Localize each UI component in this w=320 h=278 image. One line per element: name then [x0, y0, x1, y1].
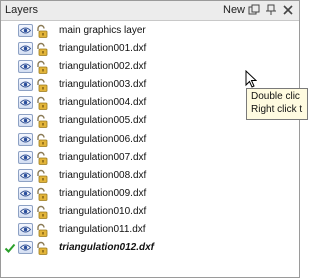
visibility-eye-icon[interactable]	[18, 24, 33, 37]
layer-name: triangulation009.dxf	[59, 187, 147, 199]
visibility-eye-icon[interactable]	[18, 241, 33, 255]
layer-name: triangulation004.dxf	[59, 97, 147, 109]
close-icon[interactable]	[282, 4, 294, 16]
lock-icon[interactable]	[34, 60, 48, 75]
layer-row[interactable]: triangulation008.dxf	[1, 167, 299, 185]
lock-icon[interactable]	[34, 114, 48, 129]
layer-name: triangulation001.dxf	[59, 43, 147, 55]
visibility-eye-icon[interactable]	[18, 223, 33, 237]
layer-name: main graphics layer	[59, 25, 146, 36]
layer-name: triangulation007.dxf	[59, 151, 147, 163]
layer-row[interactable]: triangulation009.dxf	[1, 185, 299, 203]
layer-row[interactable]: triangulation012.dxf	[1, 239, 299, 257]
layer-name: triangulation010.dxf	[59, 205, 147, 217]
layer-row[interactable]: triangulation006.dxf	[1, 131, 299, 149]
layer-row[interactable]: triangulation010.dxf	[1, 203, 299, 221]
layer-row[interactable]: triangulation001.dxf	[1, 40, 299, 58]
visibility-eye-icon[interactable]	[18, 168, 33, 182]
active-layer-check-icon	[4, 243, 16, 254]
layers-panel: Layers New main graphics layer triangulat…	[0, 0, 300, 278]
new-layer-button[interactable]: New	[223, 4, 245, 16]
pin-icon[interactable]	[265, 4, 277, 16]
layer-name: triangulation002.dxf	[59, 61, 147, 73]
layer-list: main graphics layer triangulation001.dxf t…	[1, 22, 299, 257]
lock-icon[interactable]	[34, 169, 48, 183]
lock-icon[interactable]	[34, 223, 48, 237]
panel-title: Layers	[5, 4, 39, 16]
visibility-eye-icon[interactable]	[18, 132, 33, 146]
layer-name: triangulation012.dxf	[59, 242, 155, 254]
visibility-eye-icon[interactable]	[18, 42, 33, 56]
visibility-eye-icon[interactable]	[18, 60, 33, 74]
layer-row[interactable]: main graphics layer	[1, 22, 299, 40]
layer-name: triangulation003.dxf	[59, 79, 147, 91]
lock-icon[interactable]	[34, 187, 48, 201]
lock-icon[interactable]	[34, 133, 48, 147]
tooltip: Double clic Right click t	[246, 88, 308, 120]
layer-name: triangulation008.dxf	[59, 169, 147, 181]
visibility-eye-icon[interactable]	[18, 96, 33, 110]
layer-name: triangulation006.dxf	[59, 133, 147, 145]
tooltip-line: Double clic	[251, 91, 300, 102]
tooltip-line: Right click t	[251, 104, 303, 115]
visibility-eye-icon[interactable]	[18, 204, 33, 218]
layer-name: triangulation011.dxf	[59, 224, 146, 236]
layer-row[interactable]: triangulation011.dxf	[1, 221, 299, 239]
visibility-eye-icon[interactable]	[18, 150, 33, 164]
lock-icon[interactable]	[34, 42, 48, 56]
lock-icon[interactable]	[34, 24, 48, 38]
lock-icon[interactable]	[34, 151, 48, 165]
visibility-eye-icon[interactable]	[18, 186, 33, 200]
mouse-cursor-icon	[245, 70, 257, 88]
lock-icon[interactable]	[34, 241, 48, 256]
visibility-eye-icon[interactable]	[18, 78, 33, 92]
lock-icon[interactable]	[34, 205, 48, 219]
float-window-icon[interactable]	[248, 4, 260, 16]
lock-icon[interactable]	[34, 78, 48, 93]
visibility-eye-icon[interactable]	[18, 114, 33, 128]
panel-titlebar: Layers New	[1, 1, 299, 21]
lock-icon[interactable]	[34, 96, 48, 111]
layer-row[interactable]: triangulation007.dxf	[1, 149, 299, 167]
layer-name: triangulation005.dxf	[59, 115, 147, 127]
